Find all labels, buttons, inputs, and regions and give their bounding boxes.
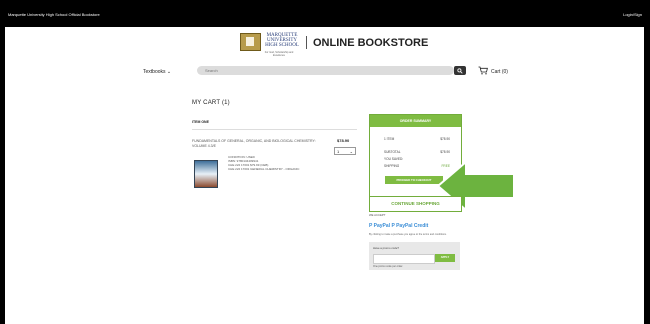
promo-code-input[interactable] — [373, 254, 435, 264]
quantity-value: 1 — [337, 149, 340, 154]
topbar-left-text[interactable]: Marquette University High School Officia… — [8, 12, 100, 17]
chevron-down-icon: ⌄ — [166, 69, 172, 75]
item-count-label: 1 ITEM — [384, 137, 395, 141]
paypal-credit-icon: P — [391, 223, 395, 229]
proceed-to-checkout-button[interactable]: PROCEED TO CHECKOUT — [385, 176, 443, 184]
textbooks-label: Textbooks — [143, 69, 166, 75]
right-dark-border — [644, 0, 650, 324]
book-title[interactable]: FUNDAMENTALS OF GENERAL, ORGANIC, AND BI… — [192, 139, 328, 148]
login-link[interactable]: Login/Sign — [623, 12, 642, 17]
subtotal-label: SUBTOTAL — [384, 150, 401, 154]
main-navigation: Textbooks ⌄ Search Cart (0) — [143, 66, 518, 78]
saved-row: YOU SAVED: — [384, 157, 450, 161]
search-placeholder: Search — [205, 68, 218, 73]
item-number-label: ITEM ONE — [192, 120, 209, 124]
apply-promo-button[interactable]: APPLY — [435, 254, 455, 262]
accepted-payments-label: WE ACCEPT — [369, 213, 386, 217]
book-price: $78.90 — [337, 138, 350, 143]
summary-heading: ORDER SUMMARY — [370, 115, 461, 127]
shipping-label: SHIPPING — [384, 164, 400, 168]
promo-code-box: Have a promo code? APPLY One promo code … — [369, 242, 460, 270]
paypal-icon: P — [369, 223, 373, 229]
item-count-value: $78.90 — [440, 137, 450, 141]
left-dark-border — [0, 0, 5, 324]
paypal-label: PayPal — [373, 223, 391, 229]
search-button[interactable] — [454, 66, 466, 75]
school-name: MARQUETTE UNIVERSITY HIGH SCHOOL — [265, 33, 299, 48]
payment-terms: By clicking to make a purchase you agree… — [369, 233, 447, 236]
item-count-row: 1 ITEM $78.90 — [384, 137, 450, 141]
paypal-logos[interactable]: P PayPal P PayPal Credit — [369, 223, 428, 229]
textbooks-menu[interactable]: Textbooks ⌄ — [143, 69, 171, 75]
book-details: CONDITION: USED ISBN: 9780134409941 CHE … — [228, 155, 343, 171]
topbar: Marquette University High School Officia… — [0, 0, 650, 27]
search-icon — [457, 67, 463, 74]
quantity-select[interactable]: 1 ⌄ — [334, 147, 356, 155]
item-top-divider — [192, 129, 357, 130]
brand-divider — [306, 36, 307, 49]
cart-heading: MY CART (1) — [192, 100, 230, 106]
subtotal-value: $78.90 — [440, 150, 450, 154]
school-crest-icon — [240, 33, 261, 51]
search-input[interactable]: Search — [197, 66, 454, 75]
cart-count: Cart (0) — [491, 69, 508, 75]
promo-note: One promo code per order. — [373, 265, 404, 268]
cart-link[interactable]: Cart (0) — [478, 66, 508, 77]
store-title: ONLINE BOOKSTORE — [313, 37, 429, 49]
paypal-credit-label: PayPal Credit — [396, 223, 429, 229]
saved-label: YOU SAVED: — [384, 157, 404, 161]
school-tagline: For God, Scholarship and Excellence — [264, 51, 294, 57]
quantity-chevron-icon: ⌄ — [349, 149, 353, 154]
promo-question: Have a promo code? — [373, 246, 399, 250]
page: Marquette University High School Officia… — [0, 0, 650, 324]
book-cover-image[interactable] — [194, 160, 218, 188]
subtotal-row: SUBTOTAL $78.90 — [384, 150, 450, 154]
shopping-cart-icon — [478, 66, 488, 75]
continue-shopping-button[interactable]: CONTINUE SHOPPING — [369, 196, 462, 212]
course-name: CHE 222 17001 GENERAL CHEMISTRY - ORGANI… — [228, 167, 300, 171]
